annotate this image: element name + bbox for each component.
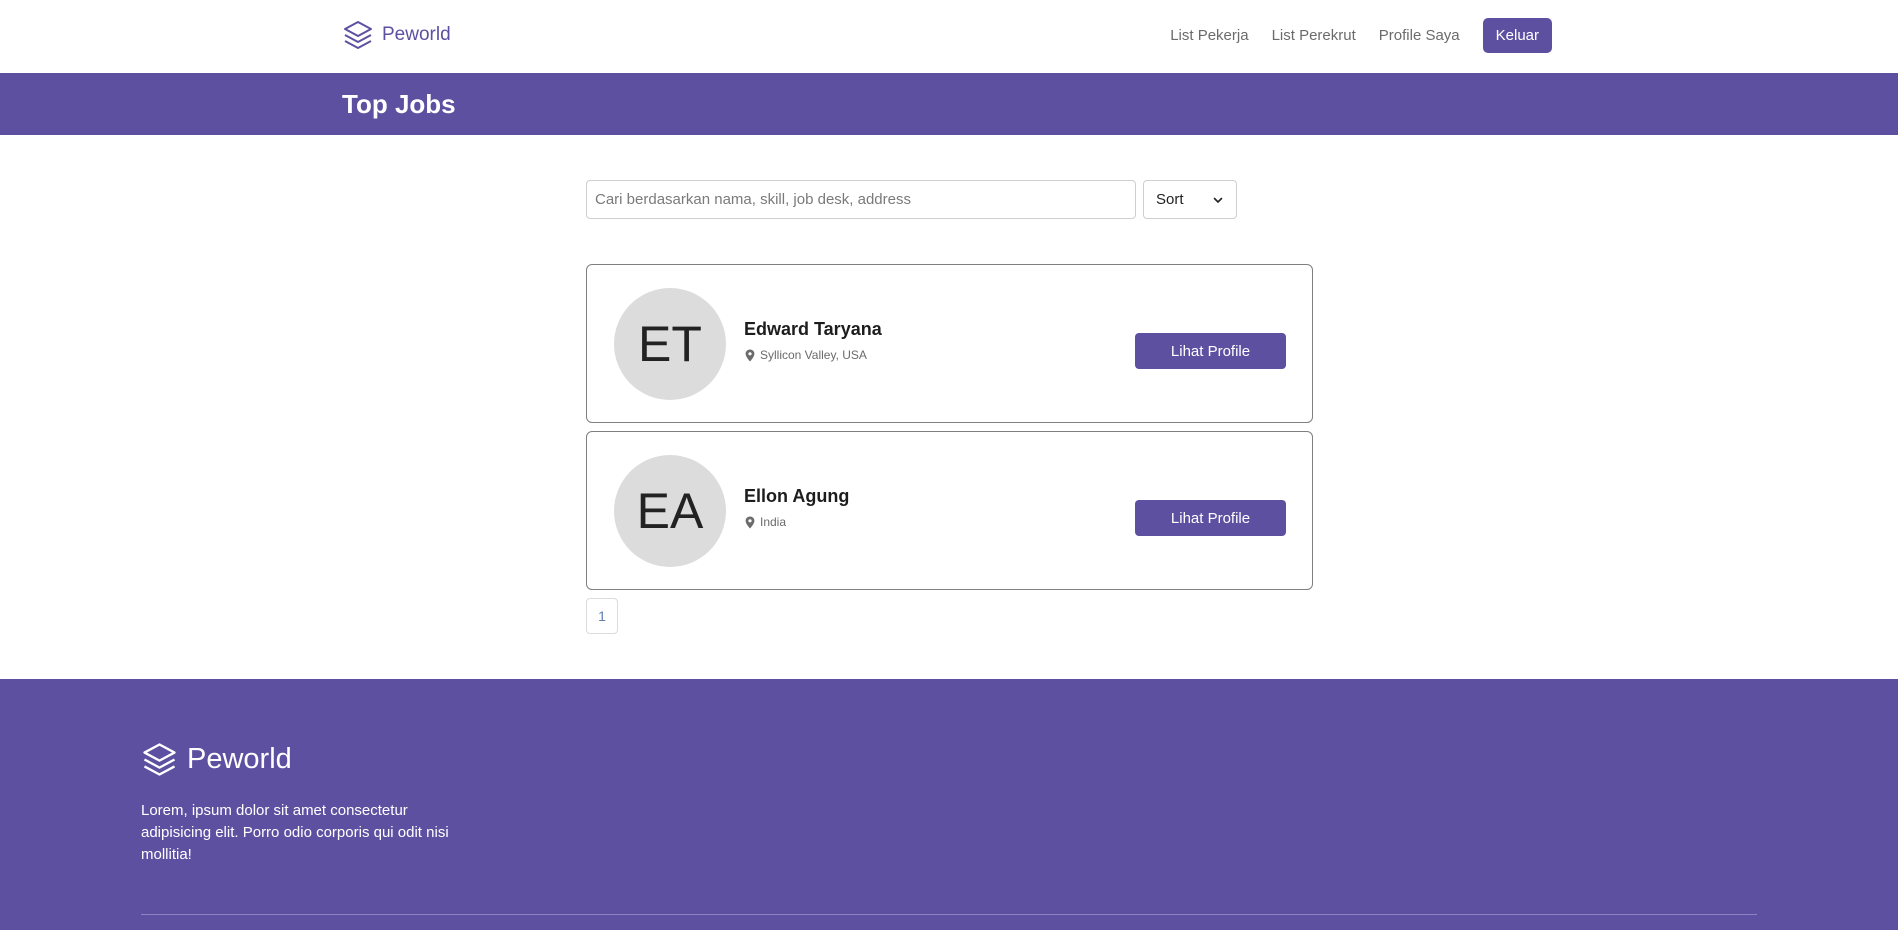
- map-pin-icon: [745, 349, 755, 361]
- layers-logo-icon: [143, 743, 176, 776]
- pagination-page-1[interactable]: 1: [586, 598, 618, 634]
- hero-bar: Top Jobs: [0, 73, 1898, 135]
- logout-button[interactable]: Keluar: [1482, 18, 1552, 53]
- footer-brand[interactable]: Peworld: [141, 741, 292, 778]
- sort-dropdown[interactable]: Sort: [1143, 180, 1237, 219]
- footer: Peworld Lorem, ipsum dolor sit amet cons…: [0, 679, 1898, 930]
- footer-description: Lorem, ipsum dolor sit amet consectetur …: [141, 802, 449, 863]
- footer-brand-name: Peworld: [187, 743, 292, 775]
- worker-location: Syllicon Valley, USA: [744, 348, 867, 362]
- view-profile-button[interactable]: Lihat Profile: [1135, 333, 1286, 369]
- navbar: Peworld List Pekerja List Perekrut Profi…: [0, 0, 1898, 73]
- brand-logo[interactable]: Peworld: [342, 18, 451, 52]
- worker-name: Edward Taryana: [744, 319, 882, 339]
- sort-label: Sort: [1156, 191, 1184, 208]
- nav-links: List Pekerja List Perekrut Profile Saya …: [1170, 18, 1552, 53]
- worker-location: India: [744, 515, 786, 529]
- nav-link-profile-saya[interactable]: Profile Saya: [1379, 27, 1460, 44]
- view-profile-button[interactable]: Lihat Profile: [1135, 500, 1286, 536]
- worker-name: Ellon Agung: [744, 486, 850, 506]
- worker-card: ET Edward Taryana Syllicon Valley, USA L…: [586, 264, 1313, 423]
- nav-link-list-pekerja[interactable]: List Pekerja: [1170, 27, 1248, 44]
- search-row: Sort: [586, 180, 1237, 219]
- avatar: ET: [614, 288, 726, 400]
- search-input[interactable]: [586, 180, 1136, 219]
- nav-link-list-perekrut[interactable]: List Perekrut: [1272, 27, 1356, 44]
- worker-card: EA Ellon Agung India Lihat Profile: [586, 431, 1313, 590]
- avatar: EA: [614, 455, 726, 567]
- page-title: Top Jobs: [342, 89, 456, 119]
- worker-location-text: Syllicon Valley, USA: [760, 348, 867, 362]
- chevron-down-icon: [1213, 197, 1223, 203]
- map-pin-icon: [745, 516, 755, 528]
- brand-name: Peworld: [382, 24, 451, 45]
- footer-divider: [141, 914, 1757, 915]
- worker-location-text: India: [760, 515, 787, 529]
- layers-logo-icon: [344, 21, 372, 49]
